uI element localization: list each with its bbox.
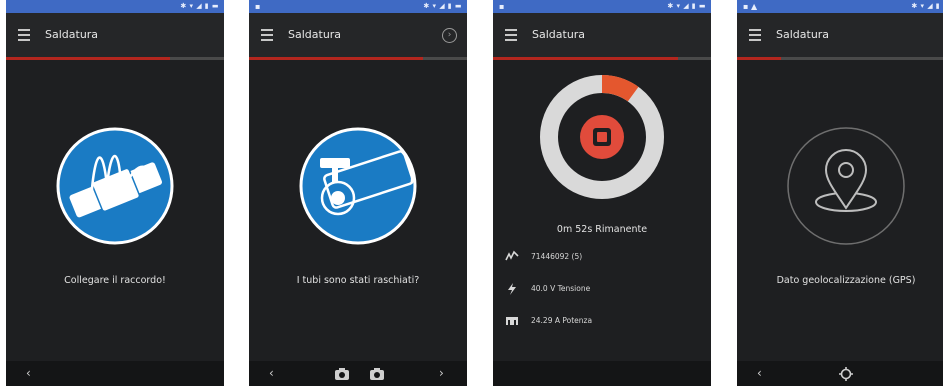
screen-content: 0m 52s Rimanente 71446092 (5) 40.0 V Ten…: [493, 60, 711, 361]
voltage-value: 40.0 V Tensione: [531, 284, 591, 293]
phone-screen-gps: ▪ ▲ ✱ ▾ ◢ ▮ ▬ Saldatura › Dato geolocali…: [737, 0, 943, 386]
welding-progress-ring: [540, 75, 664, 199]
back-chevron-icon[interactable]: ‹: [269, 367, 274, 379]
next-step-icon[interactable]: ›: [442, 28, 457, 43]
barcode-icon: [505, 250, 519, 261]
back-chevron-icon[interactable]: ‹: [26, 367, 31, 379]
power-icon: [506, 317, 518, 325]
app-title: Saldatura: [45, 28, 99, 41]
phone-screen-connect: ✱ ▾ ◢ ▮ ▬ Saldatura Collegare il raccord…: [6, 0, 224, 386]
bottom-nav: [493, 361, 711, 386]
notification-icon: ▪: [499, 2, 505, 11]
app-bar: Saldatura ›: [737, 13, 943, 57]
status-bar: ▪ ▲ ✱ ▾ ◢ ▮ ▬: [737, 0, 943, 13]
menu-icon[interactable]: [505, 29, 517, 41]
forward-chevron-icon[interactable]: ›: [439, 367, 444, 379]
notification-icon: ▪ ▲: [743, 2, 758, 11]
screen-content: Collegare il raccordo!: [6, 60, 224, 361]
app-title: Saldatura: [776, 28, 830, 41]
barcode-value: 71446092 (5): [531, 252, 583, 261]
app-title: Saldatura: [532, 28, 586, 41]
menu-icon[interactable]: [18, 29, 30, 41]
bottom-nav: ‹: [737, 361, 943, 386]
back-chevron-icon[interactable]: ‹: [757, 367, 762, 379]
menu-icon[interactable]: [749, 29, 761, 41]
location-pin-icon: [787, 127, 905, 245]
step-caption: I tubi sono stati raschiati?: [296, 275, 420, 286]
fitting-connection-icon: [56, 127, 174, 245]
camera-icon[interactable]: [335, 368, 349, 380]
screen-content: I tubi sono stati raschiati?: [249, 60, 467, 361]
pipe-scraping-icon: [299, 127, 417, 245]
bolt-icon: [508, 283, 516, 295]
status-icons: ✱ ▾ ◢ ▮ ▬: [911, 2, 943, 10]
app-title: Saldatura: [288, 28, 342, 41]
remaining-time: 0m 52s Rimanente: [556, 224, 648, 235]
status-bar: ▪ ✱ ▾ ◢ ▮ ▬: [493, 0, 711, 13]
power-value: 24.29 A Potenza: [531, 316, 593, 325]
gps-target-icon[interactable]: [839, 367, 853, 381]
app-bar: Saldatura: [493, 13, 711, 57]
phone-screen-welding: ▪ ✱ ▾ ◢ ▮ ▬ Saldatura 0m 52s Rimanente 7…: [493, 0, 711, 386]
app-bar: Saldatura ›: [249, 13, 467, 57]
bottom-nav: ‹: [6, 361, 224, 386]
notification-icon: ▪: [255, 2, 261, 11]
screen-content: Dato geolocalizzazione (GPS): [737, 60, 943, 361]
status-icons: ✱ ▾ ◢ ▮ ▬: [423, 2, 462, 10]
camera-icon[interactable]: [370, 368, 384, 380]
status-bar: ✱ ▾ ◢ ▮ ▬: [6, 0, 224, 13]
step-caption: Dato geolocalizzazione (GPS): [776, 275, 916, 286]
status-icons: ✱ ▾ ◢ ▮ ▬: [180, 2, 219, 10]
status-bar: ▪ ✱ ▾ ◢ ▮ ▬: [249, 0, 467, 13]
phone-screen-scraping: ▪ ✱ ▾ ◢ ▮ ▬ Saldatura › I tubi sono stat…: [249, 0, 467, 386]
app-bar: Saldatura: [6, 13, 224, 57]
step-caption: Collegare il raccordo!: [64, 275, 166, 286]
status-icons: ✱ ▾ ◢ ▮ ▬: [667, 2, 706, 10]
bottom-nav: ‹ ›: [249, 361, 467, 386]
menu-icon[interactable]: [261, 29, 273, 41]
